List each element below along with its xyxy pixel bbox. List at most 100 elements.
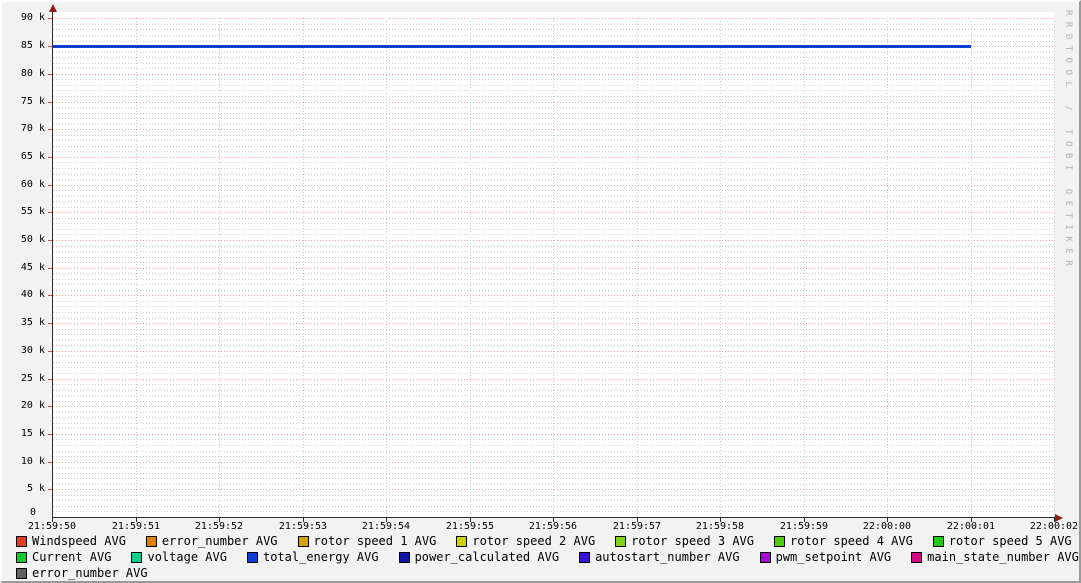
legend-swatch bbox=[615, 536, 627, 547]
x-axis-label: 21:59:58 bbox=[695, 521, 745, 532]
legend-item: error_number AVG bbox=[16, 567, 148, 580]
y-axis-tick bbox=[48, 157, 52, 158]
legend-row: Current AVG voltage AVG total_energy AVG po… bbox=[16, 551, 1079, 564]
legend-swatch bbox=[911, 552, 923, 563]
legend-swatch bbox=[932, 536, 944, 547]
legend-swatch bbox=[759, 552, 771, 563]
legend-item-label: rotor speed 1 AVG bbox=[313, 534, 437, 548]
legend-item: rotor speed 4 AVG bbox=[774, 535, 913, 548]
y-axis-label: 50 k bbox=[20, 234, 45, 245]
gridline-vertical bbox=[804, 18, 805, 517]
x-axis-label: 21:59:51 bbox=[111, 521, 161, 532]
y-axis-tick bbox=[48, 185, 52, 186]
y-axis-label: 5 k bbox=[26, 483, 45, 494]
gridline-vertical bbox=[553, 18, 554, 517]
y-axis-label: 70 k bbox=[20, 123, 45, 134]
legend-item: rotor speed 5 AVG bbox=[932, 534, 1072, 548]
legend-item: voltage AVG bbox=[131, 550, 227, 564]
x-axis-label: 21:59:56 bbox=[528, 521, 578, 532]
legend-swatch bbox=[16, 568, 27, 579]
x-axis-label: 21:59:53 bbox=[278, 521, 328, 532]
gridline-vertical bbox=[470, 18, 471, 517]
legend-swatch bbox=[16, 536, 27, 547]
y-axis-tick bbox=[48, 323, 52, 324]
legend-swatch bbox=[398, 552, 410, 563]
x-axis-label: 21:59:52 bbox=[194, 521, 244, 532]
legend-swatch bbox=[131, 552, 143, 563]
y-axis-tick bbox=[48, 489, 52, 490]
watermark: RRDTOOL / TOBI OETIKER bbox=[1063, 10, 1073, 273]
legend-item-label: rotor speed 2 AVG bbox=[472, 534, 596, 548]
y-axis-tick bbox=[48, 240, 52, 241]
y-axis-line bbox=[52, 10, 53, 518]
legend-item-label: voltage AVG bbox=[147, 550, 227, 564]
y-axis-label: 0 bbox=[29, 507, 36, 518]
gridline-vertical bbox=[386, 18, 387, 517]
x-axis-label: 21:59:57 bbox=[612, 521, 662, 532]
y-axis-label: 25 k bbox=[20, 373, 45, 384]
x-axis-label: 22:00:01 bbox=[946, 521, 996, 532]
y-axis-tick bbox=[48, 102, 52, 103]
legend-item: Windspeed AVG bbox=[16, 535, 126, 548]
legend-item: rotor speed 3 AVG bbox=[615, 535, 754, 548]
x-axis-label: 21:59:55 bbox=[445, 521, 495, 532]
legend-item: main_state_number AVG bbox=[911, 551, 1079, 564]
legend-item: power_calculated AVG bbox=[398, 550, 560, 564]
gridline-vertical bbox=[637, 18, 638, 517]
y-axis-label: 75 k bbox=[20, 96, 45, 107]
y-axis-tick bbox=[48, 406, 52, 407]
x-axis-label: 21:59:50 bbox=[27, 521, 77, 532]
y-axis-tick bbox=[48, 379, 52, 380]
y-axis-tick bbox=[48, 462, 52, 463]
legend-item-label: Current AVG bbox=[32, 550, 112, 564]
legend-item: error_number AVG bbox=[145, 534, 278, 548]
y-axis-tick bbox=[48, 351, 52, 352]
legend-item-label: error_number AVG bbox=[32, 566, 148, 580]
y-axis-label: 65 k bbox=[20, 151, 45, 162]
legend-row: error_number AVG bbox=[16, 567, 1079, 580]
legend-item-label: error_number AVG bbox=[161, 534, 278, 548]
x-axis-label: 22:00:02 bbox=[1029, 521, 1079, 532]
series-line-total-energy-avg bbox=[52, 45, 971, 48]
y-axis-label: 85 k bbox=[20, 40, 45, 51]
legend-row: Windspeed AVG error_number AVG rotor speed… bbox=[16, 535, 1079, 548]
legend-swatch bbox=[774, 536, 785, 547]
gridline-vertical bbox=[219, 18, 220, 517]
legend-swatch bbox=[456, 536, 468, 547]
legend-item: rotor speed 2 AVG bbox=[456, 535, 595, 548]
legend-item-label: total_energy AVG bbox=[262, 550, 379, 564]
y-axis-tick bbox=[48, 46, 52, 47]
x-axis-label: 21:59:54 bbox=[361, 521, 411, 532]
legend-swatch bbox=[246, 552, 258, 563]
y-axis-tick bbox=[48, 74, 52, 75]
gridline-vertical bbox=[1054, 18, 1055, 517]
legend-item: rotor speed 1 AVG bbox=[297, 534, 437, 548]
y-axis-label: 10 k bbox=[20, 456, 45, 467]
y-axis-label: 60 k bbox=[20, 179, 45, 190]
y-axis-label: 40 k bbox=[20, 289, 45, 300]
y-axis-label: 20 k bbox=[20, 400, 45, 411]
legend-swatch bbox=[297, 536, 309, 547]
x-axis-label: 22:00:00 bbox=[862, 521, 912, 532]
legend-item-label: rotor speed 3 AVG bbox=[631, 534, 754, 548]
rrdtool-graph: 0 5 k 10 k 15 k 20 k 25 k 30 k 35 k 40 k 45 k 50 k… bbox=[0, 0, 1081, 583]
gridline-vertical bbox=[720, 18, 721, 517]
y-axis-label: 80 k bbox=[20, 68, 45, 79]
y-axis-arrow-icon bbox=[48, 4, 57, 12]
x-axis-label: 21:59:59 bbox=[779, 521, 829, 532]
y-axis-label: 45 k bbox=[20, 262, 45, 273]
y-axis-label: 55 k bbox=[20, 206, 45, 217]
legend-item: pwm_setpoint AVG bbox=[759, 550, 892, 564]
legend-item-label: rotor speed 4 AVG bbox=[790, 534, 913, 548]
legend-item-label: pwm_setpoint AVG bbox=[775, 550, 892, 564]
gridline-vertical bbox=[887, 18, 888, 517]
legend-item-label: Windspeed AVG bbox=[32, 534, 126, 548]
y-axis-tick bbox=[48, 129, 52, 130]
legend: Windspeed AVG error_number AVG rotor speed… bbox=[16, 535, 1079, 580]
legend-item-label: rotor speed 5 AVG bbox=[948, 534, 1072, 548]
legend-swatch bbox=[145, 536, 157, 547]
y-axis-tick bbox=[48, 212, 52, 213]
legend-item-label: power_calculated AVG bbox=[414, 550, 560, 564]
gridline-vertical bbox=[136, 18, 137, 517]
y-axis-label: 35 k bbox=[20, 317, 45, 328]
